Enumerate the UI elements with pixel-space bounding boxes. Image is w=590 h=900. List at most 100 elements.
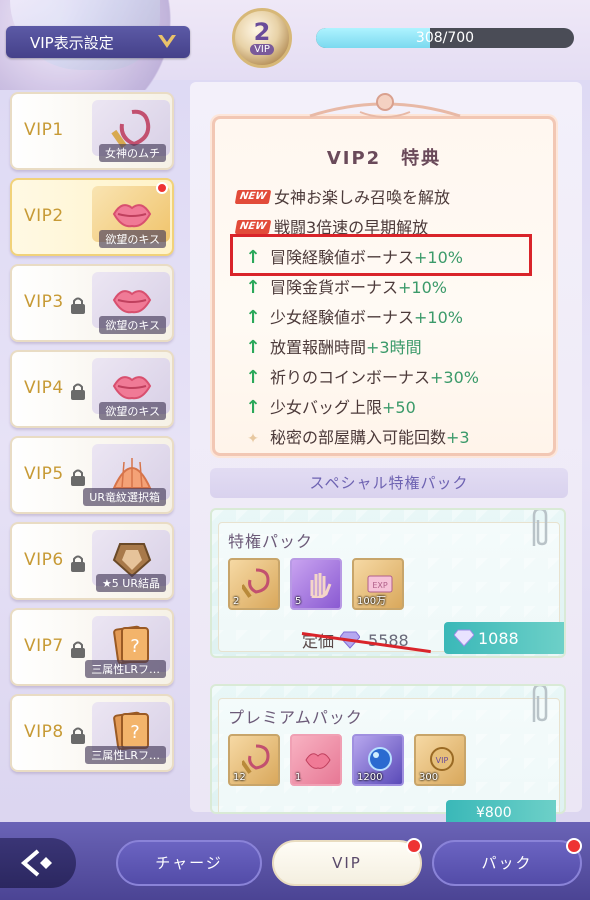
reward-icon: ? — [113, 711, 149, 750]
reward-name: 欲望のキス — [99, 402, 166, 420]
buy-privilege-pack-button[interactable]: 1088 — [444, 622, 564, 654]
sidebar-item-vip4[interactable]: VIP4 欲望のキス — [10, 350, 174, 428]
lock-icon — [71, 555, 85, 572]
pack-item-slot[interactable]: 2 — [228, 558, 280, 610]
pack-item-slot[interactable]: EXP 100万 — [352, 558, 404, 610]
chevron-down-icon — [158, 35, 176, 48]
item-quantity: 300 — [419, 772, 439, 783]
svg-text:EXP: EXP — [372, 581, 388, 590]
pack-items: 2 5 EXP 100万 — [228, 558, 404, 610]
reward-name: ★5 UR結晶 — [95, 574, 166, 592]
lock-icon — [71, 641, 85, 658]
benefit-text: 女神お楽しみ召喚を解放 — [274, 188, 451, 207]
vip-level-list[interactable]: VIP1 女神のムチ VIP2 欲望のキス VIP3 欲望のキス VIP4 欲望のキス VIP5… — [6, 88, 178, 808]
up-arrow-icon: ↑ — [245, 397, 261, 418]
benefit-row: ✦ 秘密の部屋購入可能回数+3 — [236, 426, 470, 450]
notification-dot — [566, 838, 582, 854]
paperclip-icon — [532, 686, 548, 722]
buy-premium-pack-button[interactable]: ¥800 — [446, 800, 556, 822]
sidebar-item-vip2[interactable]: VIP2 欲望のキス — [10, 178, 174, 256]
tab-charge[interactable]: チャージ — [116, 840, 262, 886]
sidebar-item-vip3[interactable]: VIP3 欲望のキス — [10, 264, 174, 342]
svg-text:VIP: VIP — [436, 756, 449, 765]
benefit-text: 放置報酬時間 — [270, 338, 367, 357]
new-badge: NEW — [234, 220, 272, 234]
benefit-row: ↑ 祈りのコインボーナス+30% — [236, 366, 479, 390]
vip-level-number: 2 — [253, 18, 271, 46]
vip-display-settings-button[interactable]: VIP表示設定 — [6, 26, 190, 58]
tab-vip[interactable]: VIP — [272, 838, 422, 886]
benefit-text: 冒険金貨ボーナス — [270, 278, 399, 297]
pack-items: 12 1 1200 VIP 300 — [228, 734, 466, 786]
whip-icon — [242, 744, 270, 774]
vip-level-label: VIP1 — [24, 120, 64, 140]
benefit-value: +10% — [414, 308, 463, 327]
vip-level-badge: 2 VIP — [232, 8, 292, 68]
benefit-text: 秘密の部屋購入可能回数 — [270, 428, 447, 447]
vip-exp-progress-bar: 308/700 — [316, 28, 574, 48]
pack-title: プレミアムパック — [228, 708, 363, 727]
reward-icon — [112, 376, 152, 400]
sidebar-item-vip6[interactable]: VIP6 ★5 UR結晶 — [10, 522, 174, 600]
reward-name: UR竜紋選択箱 — [83, 488, 166, 506]
pack-item-slot[interactable]: 1 — [290, 734, 342, 786]
hand-icon — [310, 573, 332, 598]
pack-item-slot[interactable]: 5 — [290, 558, 342, 610]
sidebar-item-vip1[interactable]: VIP1 女神のムチ — [10, 92, 174, 170]
orb-icon — [368, 747, 392, 771]
benefit-text: 少女バッグ上限 — [270, 398, 383, 417]
pack-item-slot[interactable]: 12 — [228, 734, 280, 786]
vip-level-label: VIP3 — [24, 292, 64, 312]
reward-name: 女神のムチ — [99, 144, 166, 162]
vip-level-label: VIP5 — [24, 464, 64, 484]
notification-dot — [406, 838, 422, 854]
benefit-value: +10% — [398, 278, 447, 297]
svg-text:?: ? — [130, 636, 140, 657]
lock-icon — [71, 297, 85, 314]
highlight-box — [230, 234, 532, 276]
pack-item-slot[interactable]: VIP 300 — [414, 734, 466, 786]
up-arrow-icon: ↑ — [245, 337, 261, 358]
benefit-value: +3時間 — [366, 338, 422, 357]
premium-pack-card: プレミアムパック 12 1 1200 VIP 300 — [210, 684, 566, 814]
benefit-value: +30% — [430, 368, 479, 387]
reward-name: 欲望のキス — [99, 316, 166, 334]
ribbon-ornament — [309, 93, 461, 118]
reward-icon — [112, 204, 152, 228]
vip-level-label: VIP6 — [24, 550, 64, 570]
vip-level-word: VIP — [250, 44, 274, 55]
item-quantity: 1200 — [357, 772, 383, 783]
item-quantity: 1 — [295, 772, 302, 783]
item-quantity: 100万 — [357, 596, 387, 607]
item-quantity: 12 — [233, 772, 246, 783]
sidebar-item-vip5[interactable]: VIP5 UR竜紋選択箱 — [10, 436, 174, 514]
benefit-text: 少女経験値ボーナス — [270, 308, 415, 327]
lock-icon — [71, 727, 85, 744]
pack-item-slot[interactable]: 1200 — [352, 734, 404, 786]
original-price: 定価 5588 — [301, 628, 431, 654]
notification-dot — [156, 182, 168, 194]
reward-name: 三属性LRフ… — [85, 660, 166, 678]
new-badge: NEW — [234, 190, 272, 204]
paperclip-icon — [532, 510, 548, 546]
pack-title: 特権パック — [228, 532, 314, 551]
benefit-row: ↑ 少女バッグ上限+50 — [236, 396, 416, 420]
vip-level-label: VIP8 — [24, 722, 64, 742]
reward-icon — [112, 543, 152, 578]
whip-icon — [242, 568, 270, 598]
back-arrow-icon — [20, 849, 52, 877]
special-pack-section-title: スペシャル特権パック — [210, 468, 568, 498]
benefit-text: 祈りのコインボーナス — [270, 368, 431, 387]
vip-icon: VIP — [430, 747, 454, 771]
back-button[interactable] — [0, 838, 76, 888]
gem-icon — [454, 629, 474, 647]
up-arrow-icon: ↑ — [245, 367, 261, 388]
tab-pack[interactable]: パック — [432, 838, 582, 886]
reward-name: 三属性LRフ… — [85, 746, 166, 764]
sidebar-item-vip8[interactable]: ? VIP8 三属性LRフ… — [10, 694, 174, 772]
benefit-row: ↑ 少女経験値ボーナス+10% — [236, 306, 463, 330]
benefit-value: +3 — [446, 428, 470, 447]
sidebar-item-vip7[interactable]: ? VIP7 三属性LRフ… — [10, 608, 174, 686]
benefit-value: +50 — [382, 398, 416, 417]
reward-name: 欲望のキス — [99, 230, 166, 248]
